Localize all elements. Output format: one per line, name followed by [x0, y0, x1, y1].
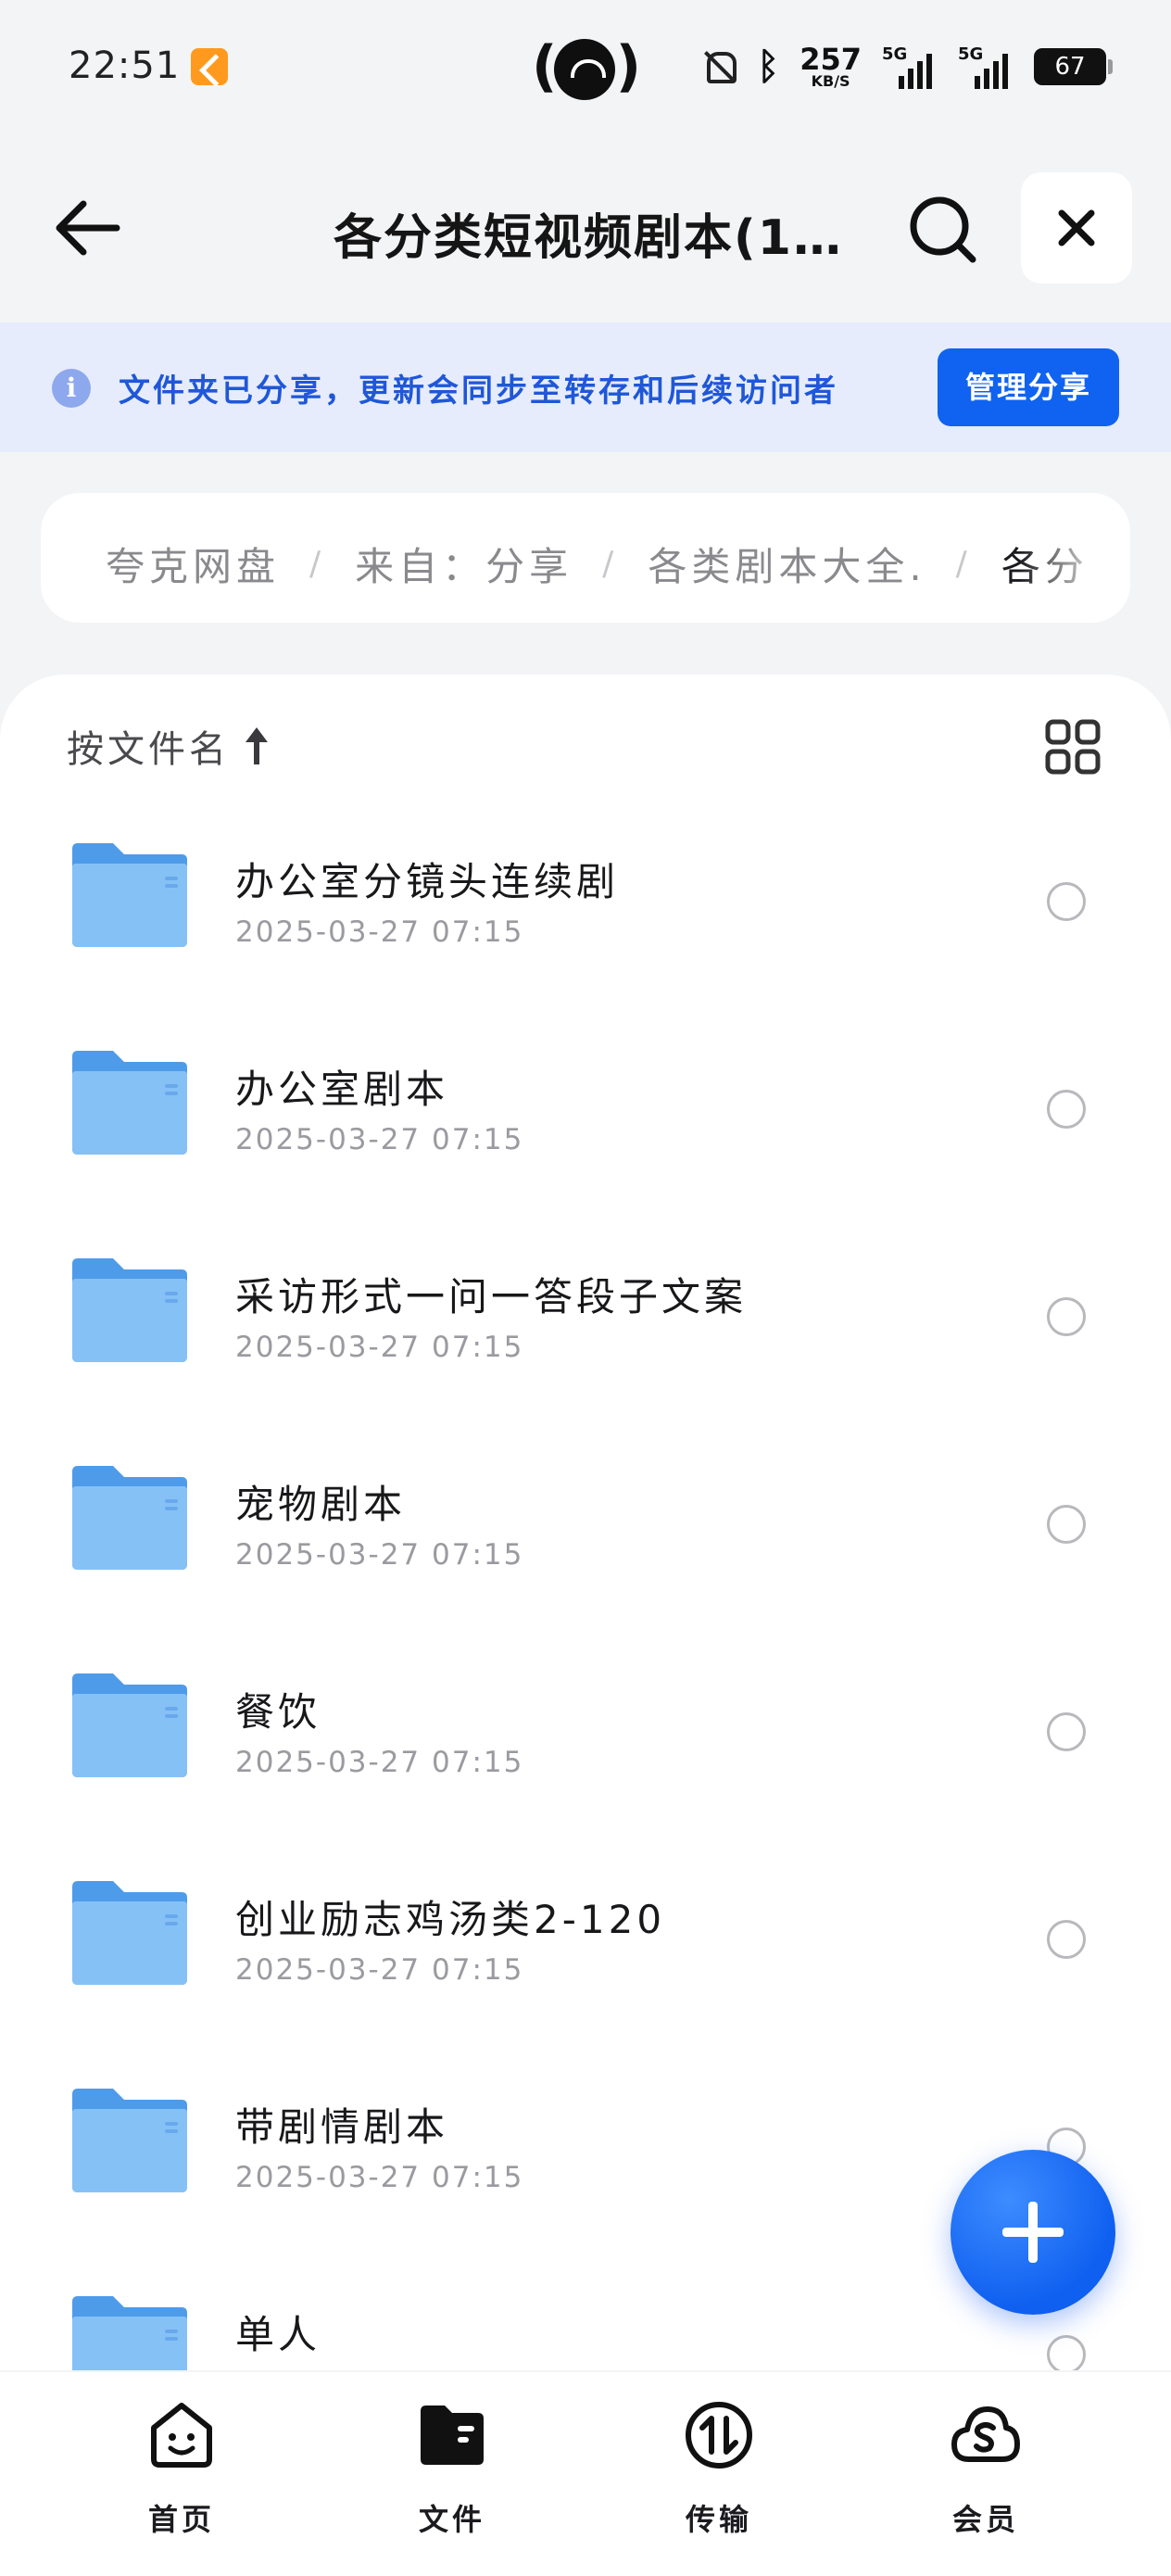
breadcrumb-separator: /	[602, 545, 619, 583]
folder-icon	[72, 1258, 187, 1362]
file-date: 2025-03-27 07:15	[235, 1746, 524, 1779]
file-row[interactable]: 办公室剧本 2025-03-27 07:15	[0, 1001, 1171, 1208]
select-checkbox[interactable]	[1047, 1505, 1086, 1544]
app-notification-icon	[191, 48, 228, 85]
select-checkbox[interactable]	[1047, 1712, 1086, 1751]
file-row[interactable]: 创业励志鸡汤类2-120 2025-03-27 07:15	[0, 1831, 1171, 2039]
file-name: 采访形式一问一答段子文案	[235, 1274, 748, 1320]
search-icon	[910, 196, 976, 263]
file-row[interactable]: 采访形式一问一答段子文案 2025-03-27 07:15	[0, 1208, 1171, 1416]
file-name: 办公室剧本	[235, 1067, 449, 1112]
sort-label: 按文件名	[67, 728, 230, 771]
select-checkbox[interactable]	[1047, 1920, 1086, 1959]
folder-icon	[421, 2406, 484, 2465]
battery-icon: 67	[1034, 48, 1113, 85]
search-button[interactable]	[904, 191, 982, 269]
share-status-banner: i 文件夹已分享，更新会同步至转存和后续访问者 管理分享	[0, 322, 1171, 452]
file-name: 带剧情剧本	[235, 2104, 449, 2150]
grid-view-icon	[1045, 719, 1101, 775]
close-icon	[1058, 209, 1095, 246]
folder-icon	[72, 2089, 187, 2192]
info-icon: i	[52, 369, 91, 408]
folder-icon	[72, 1466, 187, 1570]
nav-vip-label: 会员	[951, 2502, 1019, 2537]
vip-cloud-icon	[951, 2406, 1020, 2462]
share-status-text: 文件夹已分享，更新会同步至转存和后续访问者	[119, 373, 838, 410]
select-checkbox[interactable]	[1047, 882, 1086, 921]
nav-vip[interactable]: 会员	[893, 2400, 1078, 2548]
nav-files[interactable]: 文件	[359, 2400, 545, 2548]
folder-icon	[72, 1881, 187, 1985]
transfer-icon	[686, 2402, 752, 2469]
mute-bell-icon	[699, 46, 737, 87]
file-row[interactable]: 办公室分镜头连续剧 2025-03-27 07:15	[0, 793, 1171, 1001]
nav-transfer[interactable]: 传输	[626, 2400, 812, 2548]
folder-icon	[72, 843, 187, 947]
file-date: 2025-03-27 07:15	[235, 2161, 524, 2194]
file-date: 2025-03-27 07:15	[235, 1538, 524, 1572]
sort-by-name-toggle[interactable]: 按文件名	[67, 719, 271, 773]
home-face-icon	[151, 2403, 212, 2468]
file-date: 2025-03-27 07:15	[235, 1123, 524, 1156]
breadcrumb-item-root[interactable]: 夸克网盘	[106, 536, 280, 592]
breadcrumb-item-parent[interactable]: 各类剧本大全.	[648, 536, 925, 592]
select-checkbox[interactable]	[1047, 2335, 1086, 2370]
network-speed: 257 KB/S	[800, 44, 862, 89]
file-row[interactable]: 宠物剧本 2025-03-27 07:15	[0, 1416, 1171, 1623]
nav-home-label: 首页	[147, 2502, 215, 2537]
signal-strength-icon: 5G	[958, 44, 1014, 89]
status-icons: ᛒ 257 KB/S 5G 5G 67	[699, 39, 1113, 95]
file-list-panel: 按文件名 办公室分镜头连续剧 2025-03-27 07:15 办公室剧本 2025-…	[0, 675, 1171, 2370]
grid-view-button[interactable]	[1045, 719, 1101, 775]
bluetooth-icon: ᛒ	[757, 45, 780, 88]
back-arrow-icon	[56, 200, 120, 256]
nav-home[interactable]: 首页	[89, 2400, 274, 2548]
breadcrumb-separator: /	[309, 545, 326, 583]
folder-icon	[72, 1051, 187, 1155]
folder-icon	[72, 1673, 187, 1777]
file-name: 餐饮	[235, 1689, 321, 1735]
folder-icon	[72, 2296, 187, 2370]
file-row[interactable]: 餐饮 2025-03-27 07:15	[0, 1623, 1171, 1831]
bottom-navigation: 首页 文件 传输 会员	[0, 2372, 1171, 2576]
file-date: 2025-03-27 07:15	[235, 915, 524, 949]
page-title: 各分类短视频剧本(1...	[334, 210, 852, 266]
file-date: 2025-03-27 07:15	[235, 1331, 524, 1364]
breadcrumb-separator: /	[955, 545, 972, 583]
file-name: 创业励志鸡汤类2-120	[235, 1897, 666, 1942]
arrow-up-icon	[243, 727, 271, 764]
file-list: 办公室分镜头连续剧 2025-03-27 07:15 办公室剧本 2025-03-27…	[0, 793, 1171, 2370]
nav-files-label: 文件	[418, 2502, 485, 2537]
network-speed-unit: KB/S	[811, 72, 850, 90]
file-date: 2025-03-27 07:15	[235, 1953, 524, 1987]
file-name: 单人	[235, 2312, 321, 2357]
breadcrumb-item-shared[interactable]: 来自：分享	[355, 536, 573, 592]
back-button[interactable]	[48, 191, 126, 265]
status-bar: 22:51 () ᛒ 257 KB/S 5G 5G 67	[0, 0, 1171, 139]
nav-transfer-label: 传输	[685, 2502, 752, 2537]
signal-strength-icon: 5G	[882, 44, 938, 89]
add-button[interactable]	[951, 2150, 1115, 2315]
manage-share-button[interactable]: 管理分享	[938, 348, 1119, 426]
file-name: 宠物剧本	[235, 1482, 407, 1527]
screen-cast-indicator-icon: ()	[532, 34, 641, 100]
network-speed-value: 257	[800, 42, 862, 77]
select-checkbox[interactable]	[1047, 1090, 1086, 1129]
app-header: 各分类短视频剧本(1...	[0, 163, 1171, 293]
close-button[interactable]	[1021, 172, 1132, 284]
status-time: 22:51	[69, 44, 181, 87]
file-name: 办公室分镜头连续剧	[235, 859, 620, 904]
breadcrumb: 夸克网盘 / 来自：分享 / 各类剧本大全. / 各分	[41, 493, 1130, 623]
select-checkbox[interactable]	[1047, 1297, 1086, 1336]
